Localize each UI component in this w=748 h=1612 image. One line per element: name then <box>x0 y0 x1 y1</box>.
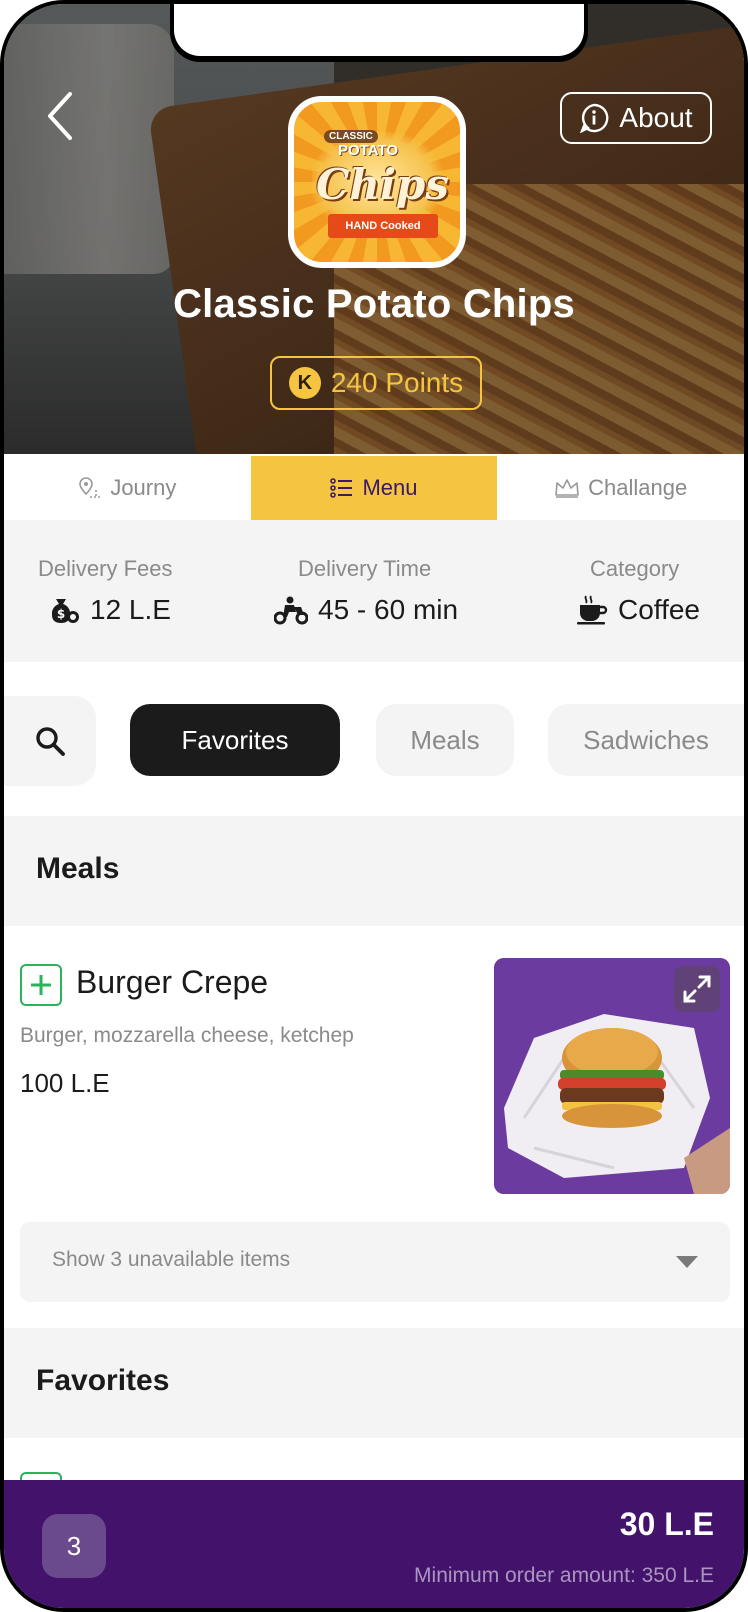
about-button[interactable]: About <box>560 92 712 144</box>
search-button[interactable] <box>4 696 96 786</box>
section-header-favorites: Favorites <box>4 1328 744 1438</box>
item-price: 100 L.E <box>20 1068 110 1098</box>
section-title-favorites: Favorites <box>36 1364 170 1397</box>
tab-menu-label: Menu <box>362 475 418 500</box>
category-value-row: Coffee <box>576 594 700 626</box>
svg-text:$: $ <box>57 607 65 621</box>
delivery-time-label: Delivery Time <box>298 556 432 581</box>
expand-icon <box>683 975 711 1003</box>
minimum-order-text: Minimum order amount: 350 L.E <box>414 1564 714 1587</box>
plus-icon <box>31 975 51 995</box>
add-item-button[interactable] <box>20 964 62 1006</box>
delivery-fees-value: 12 L.E <box>90 594 171 625</box>
filter-chip-meals[interactable]: Meals <box>376 704 514 776</box>
add-item-button-partial[interactable] <box>20 1472 62 1480</box>
tab-journy[interactable]: Journy <box>4 456 251 520</box>
item-photo[interactable] <box>494 958 730 1194</box>
cart-bar[interactable]: 3 30 L.E Minimum order amount: 350 L.E <box>4 1480 744 1608</box>
logo-banner: HAND Cooked <box>328 214 438 238</box>
crown-icon <box>555 479 579 498</box>
map-pin-icon <box>79 477 101 498</box>
back-button[interactable] <box>44 90 84 142</box>
delivery-fees-value-row: $ 12 L.E <box>48 594 171 626</box>
info-icon <box>580 103 609 133</box>
unavailable-label: Show 3 unavailable items <box>52 1248 291 1271</box>
phone-frame: About CLASSIC POTATO Chips HAND Cooked C… <box>0 0 748 1612</box>
logo-mid-text: POTATO <box>338 142 398 159</box>
section-header-meals: Meals <box>4 816 744 926</box>
points-label: 240 Points <box>330 367 464 398</box>
logo-main-text: Chips <box>316 160 449 209</box>
menu-item[interactable]: Burger Crepe Burger, mozzarella cheese, … <box>4 928 744 1198</box>
money-bag-icon: $ <box>51 599 79 623</box>
coffee-cup-icon <box>577 595 608 625</box>
expand-image-button[interactable] <box>674 966 720 1012</box>
filter-bar: Favorites Meals Sadwiches <box>4 676 744 786</box>
category-value: Coffee <box>618 594 700 625</box>
tab-menu[interactable]: Menu <box>250 456 498 520</box>
show-unavailable-button[interactable]: Show 3 unavailable items <box>20 1222 730 1302</box>
filter-chip-sadwiches[interactable]: Sadwiches <box>548 704 744 776</box>
list-icon <box>330 478 353 498</box>
points-coin-icon: K <box>288 367 321 399</box>
store-logo: CLASSIC POTATO Chips HAND Cooked <box>288 96 466 268</box>
search-icon <box>36 727 65 756</box>
category-label: Category <box>590 556 680 581</box>
about-label: About <box>619 102 693 133</box>
delivery-info: Delivery Fees $ 12 L.E Delivery Time 45 … <box>4 520 744 662</box>
item-name: Burger Crepe <box>76 964 269 1000</box>
tab-challange[interactable]: Challange <box>497 456 744 520</box>
device-notch <box>170 4 588 62</box>
delivery-time-value-row: 45 - 60 min <box>274 594 458 626</box>
filter-chip-favorites[interactable]: Favorites <box>130 704 340 776</box>
tab-journy-label: Journy <box>110 475 177 500</box>
store-name: Classic Potato Chips <box>173 282 575 326</box>
item-description: Burger, mozzarella cheese, ketchep <box>20 1024 354 1047</box>
tab-challange-label: Challange <box>588 475 688 500</box>
points-badge: K 240 Points <box>270 356 482 410</box>
store-tabs: Journy Menu Challange <box>4 456 744 520</box>
chevron-left-icon <box>48 92 72 140</box>
delivery-fees-label: Delivery Fees <box>38 556 173 581</box>
caret-down-icon <box>676 1256 698 1268</box>
scooter-icon <box>274 596 308 625</box>
delivery-time-value: 45 - 60 min <box>318 594 459 625</box>
section-title-meals: Meals <box>36 852 120 885</box>
cart-total: 30 L.E <box>619 1506 714 1542</box>
cart-count-badge: 3 <box>42 1514 106 1578</box>
